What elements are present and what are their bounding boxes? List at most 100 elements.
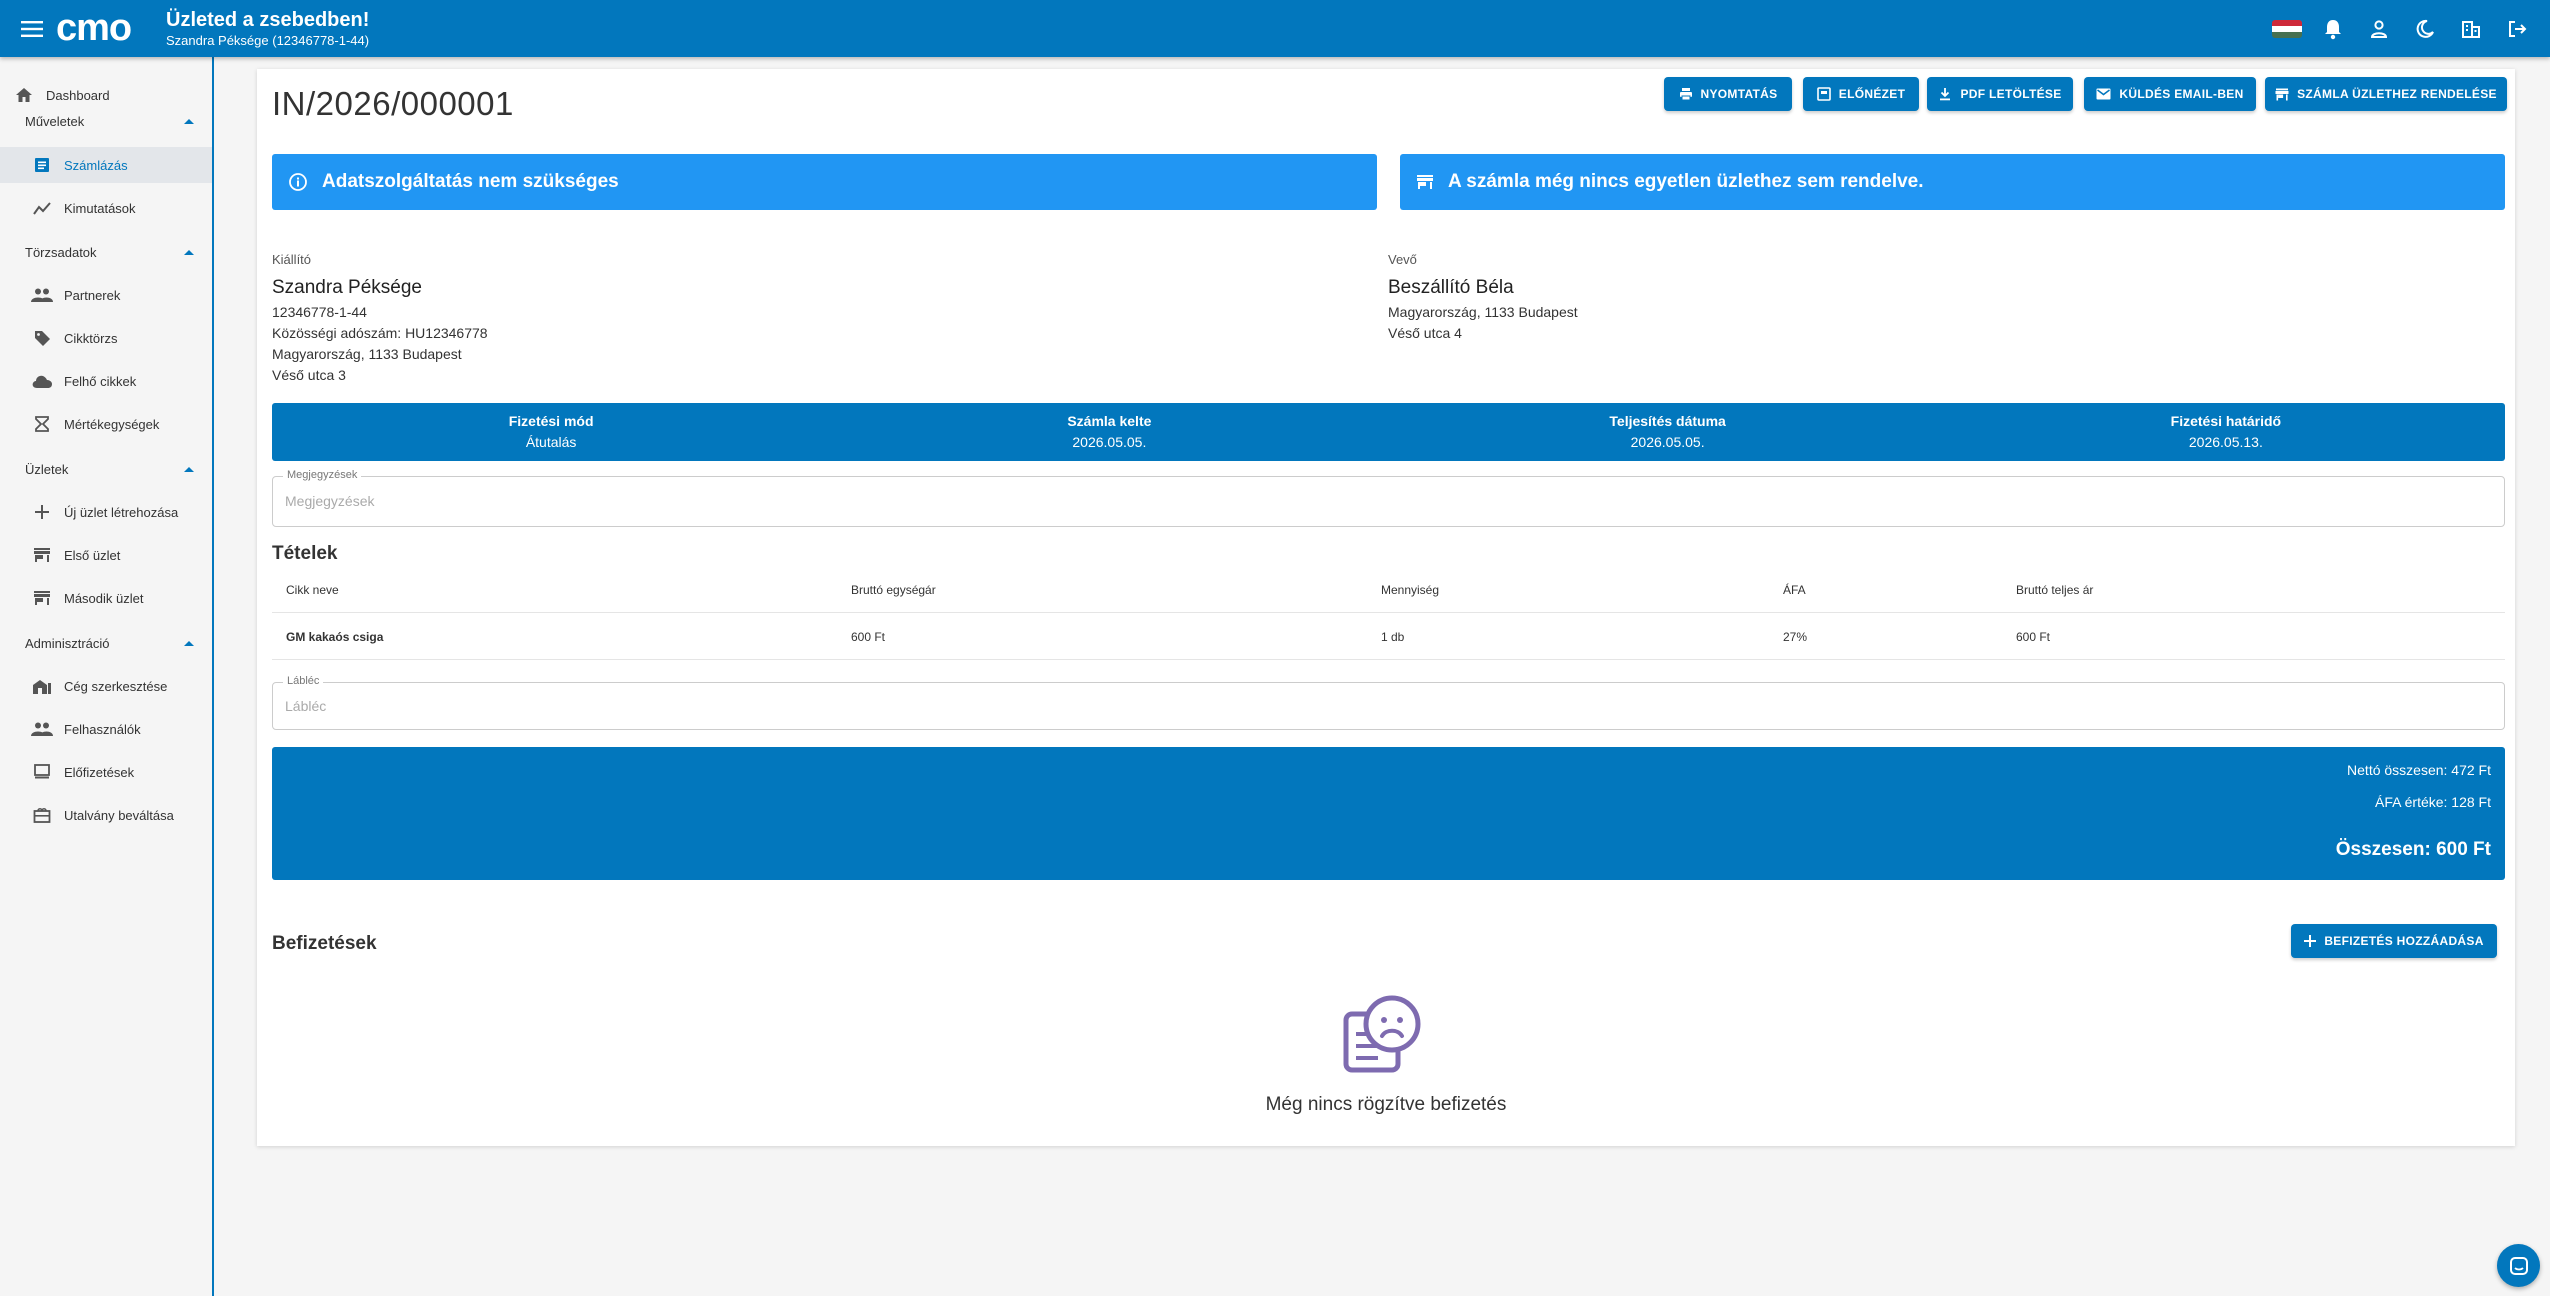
add-payment-button-label: BEFIZETÉS HOZZÁADÁSA [2324,934,2484,948]
sidebar-item-masodik-uzlet[interactable]: Második üzlet [0,580,212,616]
store-icon [30,586,54,610]
alert-text: Adatszolgáltatás nem szükséges [322,171,619,192]
svg-text:cmo: cmo [56,9,131,49]
buyer-block: Vevő Beszállító Béla Magyarország, 1133 … [1388,252,1578,344]
chevron-up-icon [184,118,194,124]
add-payment-button[interactable]: BEFIZETÉS HOZZÁADÁSA [2291,924,2497,958]
print-button[interactable]: NYOMTATÁS [1664,77,1792,111]
sidebar-item-mertekegysegek[interactable]: Mértékegységek [0,406,212,442]
table-cell: 1 db [1381,629,1405,644]
meta-value: 2026.05.05. [1072,434,1147,450]
notes-field[interactable]: Megjegyzések Megjegyzések [272,469,2505,527]
footer-placeholder: Lábléc [285,698,327,714]
pdf-download-button[interactable]: PDF LETÖLTÉSE [1927,77,2073,111]
pdf-download-button-label: PDF LETÖLTÉSE [1960,87,2062,101]
table-header-cell: Mennyiség [1381,582,1440,597]
language-flag-icon[interactable] [2264,6,2310,52]
sidebar-item-elofizetesek[interactable]: Előfizetések [0,754,212,790]
sidebar-item-label: Partnerek [64,287,121,303]
brand-block: Üzleted a zsebedben! Szandra Péksége (12… [166,8,369,50]
dark-mode-icon[interactable] [2402,6,2448,52]
alert-no-data-reporting: Adatszolgáltatás nem szükséges [272,154,1377,210]
sidebar-group-uzletek[interactable]: Üzletek [0,454,212,484]
sidebar-group-label: Törzsadatok [25,244,97,260]
sidebar-item-label: Második üzlet [64,590,144,606]
table-header-cell: Cikk neve [286,582,339,597]
people-icon [30,717,54,741]
info-icon [289,173,307,191]
alert-not-assigned: A számla még nincs egyetlen üzlethez sem… [1400,154,2505,210]
seller-label: Kiállító [272,252,312,267]
table-cell: 27% [1783,629,1808,644]
table-header-cell: ÁFA [1783,582,1806,597]
totals-panel: Nettó összesen: 472 Ft ÁFA értéke: 128 F… [272,747,2505,880]
meta-heading: Számla kelte [1067,413,1152,429]
sidebar-item-label: Számlázás [64,157,128,173]
top-actions [2264,0,2540,57]
sidebar-item-label: Új üzlet létrehozása [64,504,179,520]
sidebar-item-label: Cég szerkesztése [64,678,168,694]
meta-heading: Fizetési határidő [2170,413,2282,429]
tag-icon [30,326,54,350]
sidebar-group-label: Adminisztráció [25,635,110,651]
items-section-title: Tételek [272,543,338,564]
sidebar-item-label: Mértékegységek [64,416,160,432]
buyer-city: Magyarország, 1133 Budapest [1388,304,1578,320]
invoice-card: IN/2026/000001 NYOMTATÁS ELŐNÉZET PDF LE… [257,69,2515,1146]
chevron-up-icon [184,249,194,255]
sidebar-item-szamlazas[interactable]: Számlázás [0,147,212,183]
table-cell: 600 Ft [2016,629,2051,644]
company-icon[interactable] [2448,6,2494,52]
sidebar-group-label: Üzletek [25,461,69,477]
sidebar-item-kimutatasok[interactable]: Kimutatások [0,190,212,226]
vat-total: ÁFA értéke: 128 Ft [2375,794,2491,810]
chevron-up-icon [184,640,194,646]
store-icon [30,543,54,567]
sidebar-item-label: Cikktörzs [64,330,118,346]
meta-heading: Fizetési mód [508,413,594,429]
footer-field[interactable]: Lábléc Lábléc [272,675,2505,730]
sidebar-item-felhasznalok[interactable]: Felhasználók [0,711,212,747]
items-table: Cikk neve Bruttó egységár Mennyiség ÁFA … [272,566,2505,660]
table-row[interactable]: GM kakaós csiga 600 Ft 1 db 27% 600 Ft [272,613,2505,660]
notes-placeholder: Megjegyzések [285,493,375,509]
sidebar-item-utalvany[interactable]: Utalvány beváltása [0,797,212,833]
meta-payment-method: Fizetési mód Átutalás [272,403,830,461]
seller-block: Kiállító Szandra Péksége 12346778-1-44 K… [272,252,488,386]
sidebar-item-label: Kimutatások [64,200,136,216]
chat-icon[interactable] [2497,1244,2540,1287]
plus-icon [30,500,54,524]
sidebar: Dashboard Műveletek Számlázás Kimutatáso… [0,57,214,1296]
logout-icon[interactable] [2494,6,2540,52]
sidebar-group-muveletek[interactable]: Műveletek [0,106,212,136]
payments-section-title: Befizetések [272,933,377,954]
table-cell: GM kakaós csiga [286,629,384,644]
sidebar-item-label: Dashboard [46,87,110,103]
top-app-bar: cmo Üzleted a zsebedben! Szandra Péksége… [0,0,2550,57]
assign-store-button[interactable]: SZÁMLA ÜZLETHEZ RENDELÉSE [2265,77,2507,111]
buyer-name: Beszállító Béla [1388,277,1514,298]
preview-button[interactable]: ELŐNÉZET [1803,77,1919,111]
notes-field-label: Megjegyzések [283,469,362,481]
plus-icon [2304,935,2317,947]
sidebar-item-label: Felhő cikkek [64,373,137,389]
sidebar-item-felho-cikkek[interactable]: Felhő cikkek [0,363,212,399]
sidebar-group-torzsadatok[interactable]: Törzsadatok [0,237,212,267]
cmo-logo[interactable]: cmo [54,9,154,49]
sidebar-item-partnerek[interactable]: Partnerek [0,277,212,313]
download-icon [1940,88,1951,101]
alert-text: A számla még nincs egyetlen üzlethez sem… [1448,171,1924,192]
bell-icon[interactable] [2310,6,2356,52]
user-icon[interactable] [2356,6,2402,52]
email-send-button[interactable]: KÜLDÉS EMAIL-BEN [2084,77,2256,111]
sidebar-item-ceg[interactable]: Cég szerkesztése [0,668,212,704]
seller-eu-tax-number: Közösségi adószám: HU12346778 [272,325,488,341]
store-icon [1417,175,1433,189]
sidebar-group-adminisztracio[interactable]: Adminisztráció [0,628,212,658]
sidebar-item-label: Előfizetések [64,764,135,780]
sidebar-item-uj-uzlet[interactable]: Új üzlet létrehozása [0,494,212,530]
sidebar-item-elso-uzlet[interactable]: Első üzlet [0,537,212,573]
sidebar-item-cikktorzs[interactable]: Cikktörzs [0,320,212,356]
company-edit-icon [30,674,54,698]
print-button-label: NYOMTATÁS [1700,87,1778,101]
